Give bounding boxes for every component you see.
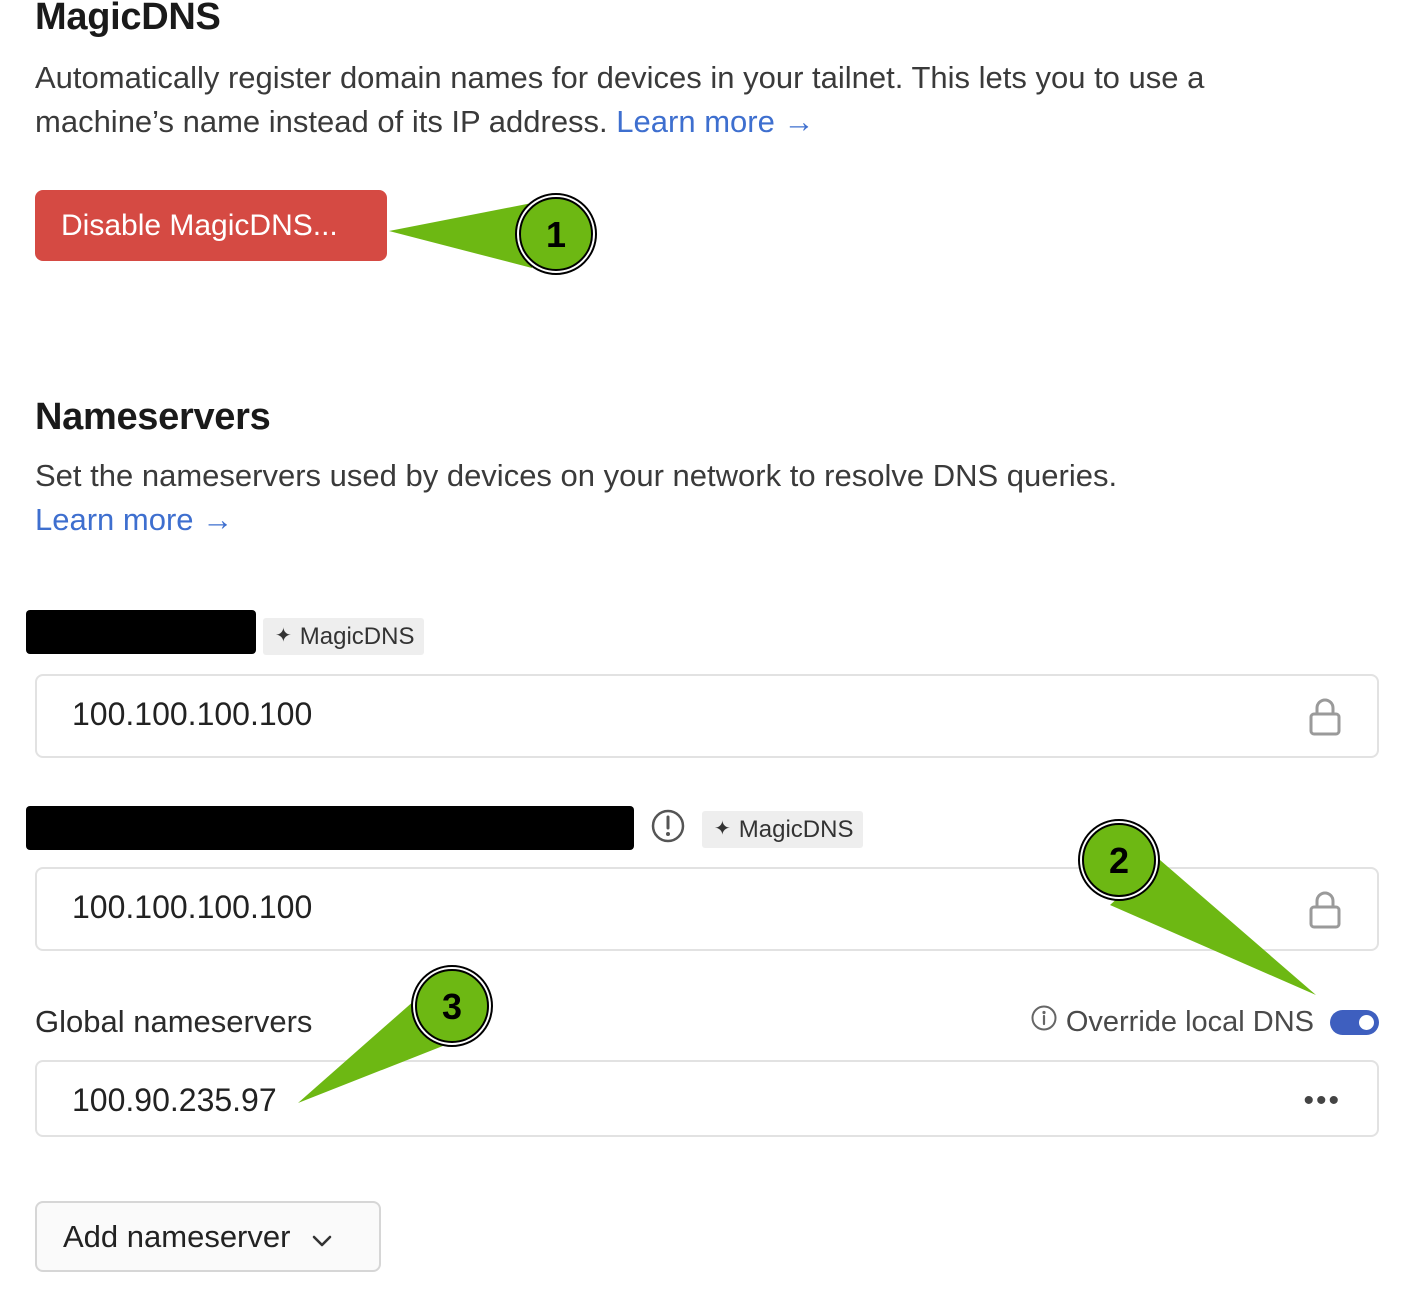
callout-number: 2 xyxy=(1109,840,1129,881)
callout-number: 3 xyxy=(442,986,462,1027)
callout-pointer xyxy=(389,203,532,268)
callout-badge-3: 3 xyxy=(411,965,493,1047)
callout-overlay: 1 2 3 xyxy=(298,193,1316,1103)
callout-number: 1 xyxy=(546,214,566,255)
callout-badge-1: 1 xyxy=(515,193,597,275)
callout-badge-2: 2 xyxy=(1078,819,1160,901)
